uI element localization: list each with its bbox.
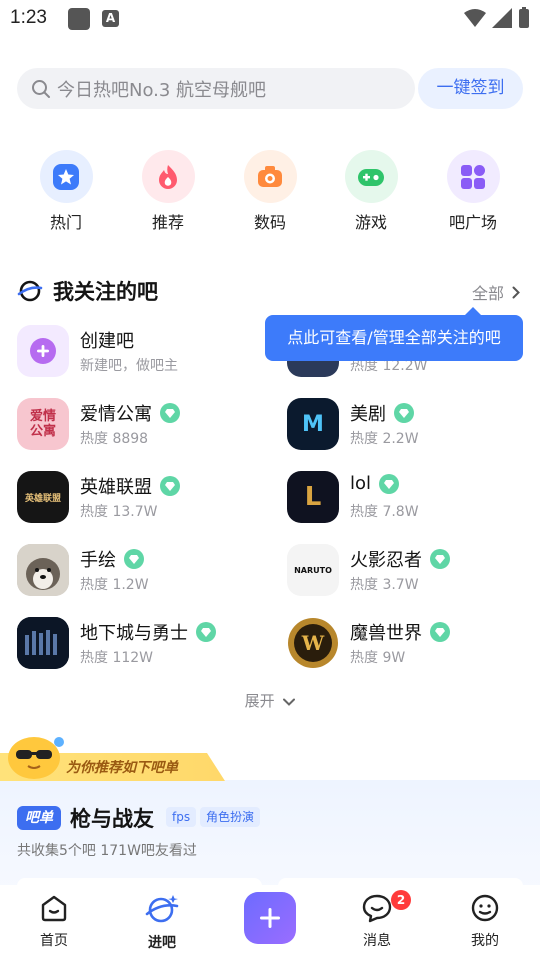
status-time: 1:23 [10, 7, 47, 28]
forum-name: lol [350, 473, 372, 494]
forum-name: 创建吧 [80, 331, 134, 352]
gamepad-icon [358, 168, 384, 186]
quick-nav-hot[interactable]: 热门 [26, 150, 106, 233]
recommend-card[interactable] [0, 780, 540, 890]
forum-dixiacheng[interactable]: 地下城与勇士 热度 112W [17, 617, 267, 673]
followed-all-link[interactable]: 全部 [472, 280, 520, 304]
forum-avatar [17, 617, 69, 669]
chevron-right-icon [512, 286, 520, 298]
diamond-icon [430, 622, 450, 642]
forum-avatar: L [287, 471, 339, 523]
diamond-icon [160, 403, 180, 423]
flame-icon [159, 164, 177, 189]
quick-nav: 热门 推荐 数码 游戏 吧广场 [0, 150, 540, 240]
forum-name: 美剧 [350, 404, 386, 425]
signal-icon [492, 8, 512, 28]
quick-nav-square[interactable]: 吧广场 [433, 150, 513, 233]
forum-name: 手绘 [80, 550, 116, 571]
forum-shouhui[interactable]: 手绘 热度 1.2W [17, 544, 267, 600]
wifi-icon [464, 9, 486, 27]
forum-name: 爱情公寓 [80, 404, 152, 425]
message-icon [362, 894, 392, 923]
forum-avatar: W [287, 617, 339, 669]
battery-icon [519, 7, 529, 28]
search-placeholder: 今日热吧No.3 航空母舰吧 [57, 79, 267, 101]
nav-mine[interactable]: 我的 [445, 893, 525, 950]
quick-nav-recommend[interactable]: 推荐 [128, 150, 208, 233]
search-icon [32, 79, 50, 98]
nav-enter-forum[interactable]: 进吧 [122, 893, 202, 952]
tag-roleplay[interactable]: 角色扮演 [200, 807, 261, 827]
forum-name: 地下城与勇士 [80, 623, 188, 644]
signin-button[interactable]: 一键签到 [418, 68, 523, 109]
grid-icon [461, 164, 485, 189]
diamond-icon [394, 403, 414, 423]
message-count-badge: 2 [391, 890, 411, 910]
planet-icon [145, 895, 179, 923]
home-icon [41, 895, 67, 922]
forum-heat: 热度 9W [350, 650, 406, 666]
tag-fps[interactable]: fps [166, 807, 197, 827]
notification-icon [68, 8, 90, 30]
forum-heat: 热度 2.2W [350, 431, 419, 447]
forum-yingxionglianmeng[interactable]: 英雄联盟 英雄联盟 热度 13.7W [17, 471, 267, 527]
forum-moshoushijie[interactable]: W 魔兽世界 热度 9W [287, 617, 537, 673]
list-badge: 吧单 [17, 806, 61, 830]
followed-title: 我关注的吧 [53, 280, 158, 304]
forum-heat: 热度 1.2W [80, 577, 149, 593]
post-button[interactable] [244, 892, 296, 944]
forum-heat: 热度 7.8W [350, 504, 419, 520]
forum-sub: 新建吧，做吧主 [80, 358, 178, 374]
list-name: 枪与战友 [70, 807, 154, 831]
forum-huoyingrenzhe[interactable]: NARUTO 火影忍者 热度 3.7W [287, 544, 537, 600]
search-input[interactable]: 今日热吧No.3 航空母舰吧 [17, 68, 415, 109]
forum-avatar: M [287, 398, 339, 450]
diamond-icon [379, 473, 400, 494]
crowd-icon [17, 617, 69, 669]
mascot-icon [8, 737, 64, 779]
bottom-nav: 首页 进吧 消息 2 我的 [0, 885, 540, 960]
nav-home[interactable]: 首页 [14, 893, 94, 950]
forum-heat: 热度 3.7W [350, 577, 419, 593]
profile-icon [471, 894, 499, 922]
diamond-icon [430, 549, 450, 569]
recommend-title: 为你推荐如下吧单 [66, 760, 178, 776]
forum-avatar: NARUTO [287, 544, 339, 596]
svg-text:W: W [301, 631, 325, 655]
status-bar: 1:23 A [0, 0, 540, 38]
manage-tooltip[interactable]: 点此可查看/管理全部关注的吧 [265, 307, 523, 361]
quick-nav-digital[interactable]: 数码 [230, 150, 310, 233]
list-desc: 共收集5个吧 171W吧友看过 [17, 843, 197, 859]
a-app-icon: A [102, 10, 119, 27]
forum-lol[interactable]: L lol 热度 7.8W [287, 471, 537, 527]
diamond-icon [124, 549, 144, 569]
forum-avatar [17, 544, 69, 596]
forum-name: 魔兽世界 [350, 623, 422, 644]
forum-avatar: 爱情 公寓 [17, 398, 69, 450]
create-forum[interactable]: 创建吧 新建吧，做吧主 [17, 325, 267, 381]
diamond-icon [196, 622, 216, 642]
forum-heat: 热度 112W [80, 650, 154, 666]
plus-icon [260, 908, 280, 928]
forum-aiqinggongyu[interactable]: 爱情 公寓 爱情公寓 热度 8898 [17, 398, 267, 454]
camera-icon [258, 165, 282, 187]
forum-meiju[interactable]: M 美剧 热度 2.2W [287, 398, 537, 454]
diamond-icon [160, 476, 180, 496]
forum-heat: 热度 13.7W [80, 504, 158, 520]
forum-heat: 热度 8898 [80, 431, 149, 447]
followed-header: 我关注的吧 [17, 274, 158, 308]
forum-avatar: 英雄联盟 [17, 471, 69, 523]
dog-icon [17, 544, 69, 596]
quick-nav-games[interactable]: 游戏 [331, 150, 411, 233]
warcraft-logo-icon: W [288, 618, 338, 668]
chevron-down-icon [283, 698, 296, 706]
star-icon [53, 163, 79, 190]
forum-name: 火影忍者 [350, 550, 422, 571]
plus-circle-icon [30, 338, 56, 364]
expand-button[interactable]: 展开 [0, 690, 540, 711]
forum-name: 英雄联盟 [80, 477, 152, 498]
planet-icon [17, 280, 43, 302]
